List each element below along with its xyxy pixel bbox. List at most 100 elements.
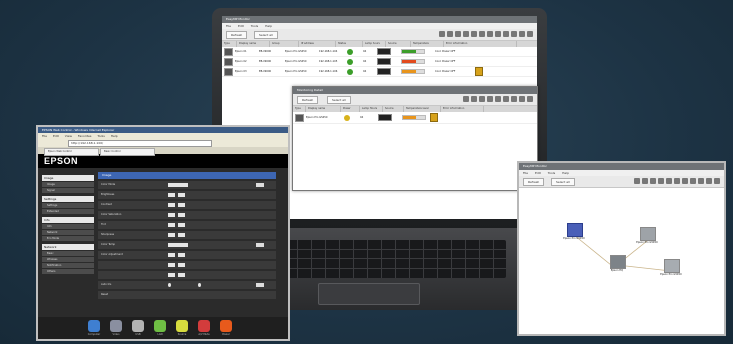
sidebar-item[interactable]: Info bbox=[42, 224, 94, 229]
sidebar-item[interactable]: Settings bbox=[42, 203, 94, 208]
tool-icon[interactable] bbox=[463, 96, 469, 102]
dock-icon[interactable] bbox=[132, 320, 144, 332]
dcol-display-name[interactable]: Display name bbox=[306, 106, 341, 112]
sidebar-item[interactable]: Wireless bbox=[42, 257, 94, 262]
dock-icon[interactable] bbox=[154, 320, 166, 332]
increase-button[interactable] bbox=[178, 223, 185, 227]
sidebar-item[interactable]: Image bbox=[42, 182, 94, 187]
sidebar-group-header[interactable]: Settings bbox=[42, 196, 94, 202]
col-source[interactable]: Source bbox=[386, 41, 411, 47]
increase-button[interactable] bbox=[178, 273, 185, 277]
tool-icon[interactable] bbox=[527, 31, 533, 37]
dialog-refresh-button[interactable]: Refresh bbox=[297, 96, 319, 104]
col-error[interactable]: Error information bbox=[444, 41, 517, 47]
decrease-button[interactable] bbox=[168, 203, 175, 207]
projector-node[interactable] bbox=[640, 227, 656, 241]
increase-button[interactable] bbox=[178, 203, 185, 207]
browser-menu-view[interactable]: View bbox=[65, 134, 72, 138]
tool-icon[interactable] bbox=[519, 31, 525, 37]
url-field[interactable]: http://192.168.1.100/ bbox=[68, 140, 212, 147]
tool-icon[interactable] bbox=[503, 96, 509, 102]
decrease-button[interactable] bbox=[168, 273, 175, 277]
tool-icon[interactable] bbox=[471, 31, 477, 37]
increase-button[interactable] bbox=[178, 233, 185, 237]
dcol-lamp[interactable]: Lamp Hours bbox=[360, 106, 383, 112]
col-display-name[interactable]: Display name bbox=[237, 41, 270, 47]
browser-menu-file[interactable]: File bbox=[42, 134, 47, 138]
tool-icon[interactable] bbox=[495, 96, 501, 102]
decrease-button[interactable] bbox=[168, 263, 175, 267]
setting-select[interactable] bbox=[168, 183, 188, 187]
refresh-button[interactable]: Refresh bbox=[226, 31, 248, 39]
radio-on[interactable] bbox=[168, 283, 171, 287]
dialog-select-all-button[interactable]: Select all bbox=[327, 96, 351, 104]
decrease-button[interactable] bbox=[168, 213, 175, 217]
tool-icon[interactable] bbox=[479, 96, 485, 102]
increase-button[interactable] bbox=[178, 263, 185, 267]
sidebar-item[interactable]: Others bbox=[42, 269, 94, 274]
dialog-row[interactable]: Epson Pro G5450 94 bbox=[293, 112, 537, 124]
dock-icon[interactable] bbox=[176, 320, 188, 332]
sidebar-item[interactable]: Eco Mode bbox=[42, 236, 94, 241]
sidebar-item[interactable]: Extended bbox=[42, 209, 94, 214]
col-status[interactable]: Status bbox=[336, 41, 363, 47]
increase-button[interactable] bbox=[178, 253, 185, 257]
projector-node[interactable] bbox=[664, 259, 680, 273]
hub-node[interactable] bbox=[610, 255, 626, 269]
dock-icon[interactable] bbox=[220, 320, 232, 332]
menu-tools[interactable]: Tools bbox=[251, 24, 258, 28]
projector-node-selected[interactable] bbox=[567, 223, 583, 237]
browser-menu-edit[interactable]: Edit bbox=[53, 134, 59, 138]
tool-icon[interactable] bbox=[527, 96, 533, 102]
dock-icon[interactable] bbox=[110, 320, 122, 332]
sidebar-group-header[interactable]: Image bbox=[42, 175, 94, 181]
tab-web-control[interactable]: Epson Web Control bbox=[44, 148, 99, 156]
tab-basic-control[interactable]: Basic Control bbox=[100, 148, 155, 156]
dock-icon[interactable] bbox=[88, 320, 100, 332]
tool-icon[interactable] bbox=[447, 31, 453, 37]
browser-menu-favorites[interactable]: Favorites bbox=[78, 134, 92, 138]
sidebar-group-header[interactable]: Info bbox=[42, 217, 94, 223]
dock-icon[interactable] bbox=[198, 320, 210, 332]
sidebar-item[interactable]: Signal bbox=[42, 188, 94, 193]
col-group[interactable]: Group bbox=[270, 41, 299, 47]
tool-icon[interactable] bbox=[487, 31, 493, 37]
tool-icon[interactable] bbox=[503, 31, 509, 37]
tool-icon[interactable] bbox=[511, 31, 517, 37]
radio-off[interactable] bbox=[198, 283, 201, 287]
tool-icon[interactable] bbox=[519, 96, 525, 102]
tool-icon[interactable] bbox=[495, 31, 501, 37]
tool-icon[interactable] bbox=[455, 31, 461, 37]
decrease-button[interactable] bbox=[168, 233, 175, 237]
col-temperature[interactable]: Temperature bbox=[411, 41, 444, 47]
select-all-button[interactable]: Select all bbox=[254, 31, 278, 39]
tool-icon[interactable] bbox=[463, 31, 469, 37]
dcol-source[interactable]: Source bbox=[383, 106, 404, 112]
set-button[interactable] bbox=[256, 283, 264, 287]
col-lamp[interactable]: Lamp hours bbox=[363, 41, 386, 47]
menu-edit[interactable]: Edit bbox=[238, 24, 244, 28]
sidebar-item[interactable]: Basic bbox=[42, 251, 94, 256]
col-ip[interactable]: IP address bbox=[299, 41, 336, 47]
menu-help[interactable]: Help bbox=[265, 24, 272, 28]
table-row[interactable]: Epson 03 EB-X9000 Epson Pro G5450 192.168.1… bbox=[222, 67, 537, 77]
increase-button[interactable] bbox=[178, 193, 185, 197]
sidebar-item[interactable]: Notification bbox=[42, 263, 94, 268]
set-button[interactable] bbox=[256, 243, 264, 247]
decrease-button[interactable] bbox=[168, 223, 175, 227]
tool-icon[interactable] bbox=[487, 96, 493, 102]
tool-icon[interactable] bbox=[511, 96, 517, 102]
dcol-temp[interactable]: Temperature level bbox=[404, 106, 441, 112]
browser-menu-help[interactable]: Help bbox=[111, 134, 118, 138]
increase-button[interactable] bbox=[178, 213, 185, 217]
setting-select[interactable] bbox=[168, 243, 188, 247]
tool-icon[interactable] bbox=[471, 96, 477, 102]
sidebar-item[interactable]: Network bbox=[42, 230, 94, 235]
tool-icon[interactable] bbox=[439, 31, 445, 37]
dcol-type[interactable]: Type bbox=[293, 106, 306, 112]
tool-icon[interactable] bbox=[479, 31, 485, 37]
dcol-error[interactable]: Error information bbox=[441, 106, 484, 112]
set-button[interactable] bbox=[256, 183, 264, 187]
browser-menu-tools[interactable]: Tools bbox=[97, 134, 104, 138]
table-row[interactable]: Epson 01 EB-X9000 Epson Pro G5450 192.168.1… bbox=[222, 47, 537, 57]
